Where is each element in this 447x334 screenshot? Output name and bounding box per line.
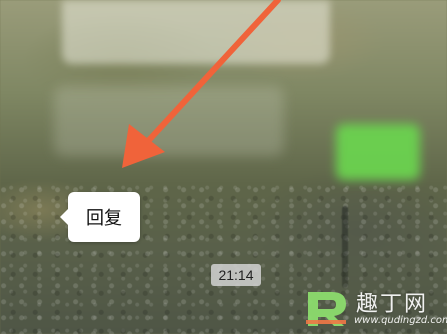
water-drip bbox=[342, 206, 348, 288]
reply-button-label[interactable]: 回复 bbox=[86, 204, 122, 230]
timestamp-text: 21:14 bbox=[218, 267, 254, 283]
reply-menu-popup[interactable]: 回复 bbox=[60, 192, 140, 242]
watermark-brand: 趣丁网 bbox=[356, 292, 429, 317]
blurred-message-bubble-2 bbox=[54, 86, 284, 156]
watermark-logo-icon bbox=[306, 292, 346, 326]
site-watermark: 趣丁网 www.qudingzd.com bbox=[300, 284, 447, 334]
blurred-message-bubble bbox=[62, 0, 330, 64]
sent-message-bubble bbox=[336, 124, 420, 180]
message-timestamp: 21:14 bbox=[211, 264, 261, 286]
watermark-url: www.qudingzd.com bbox=[354, 315, 447, 326]
